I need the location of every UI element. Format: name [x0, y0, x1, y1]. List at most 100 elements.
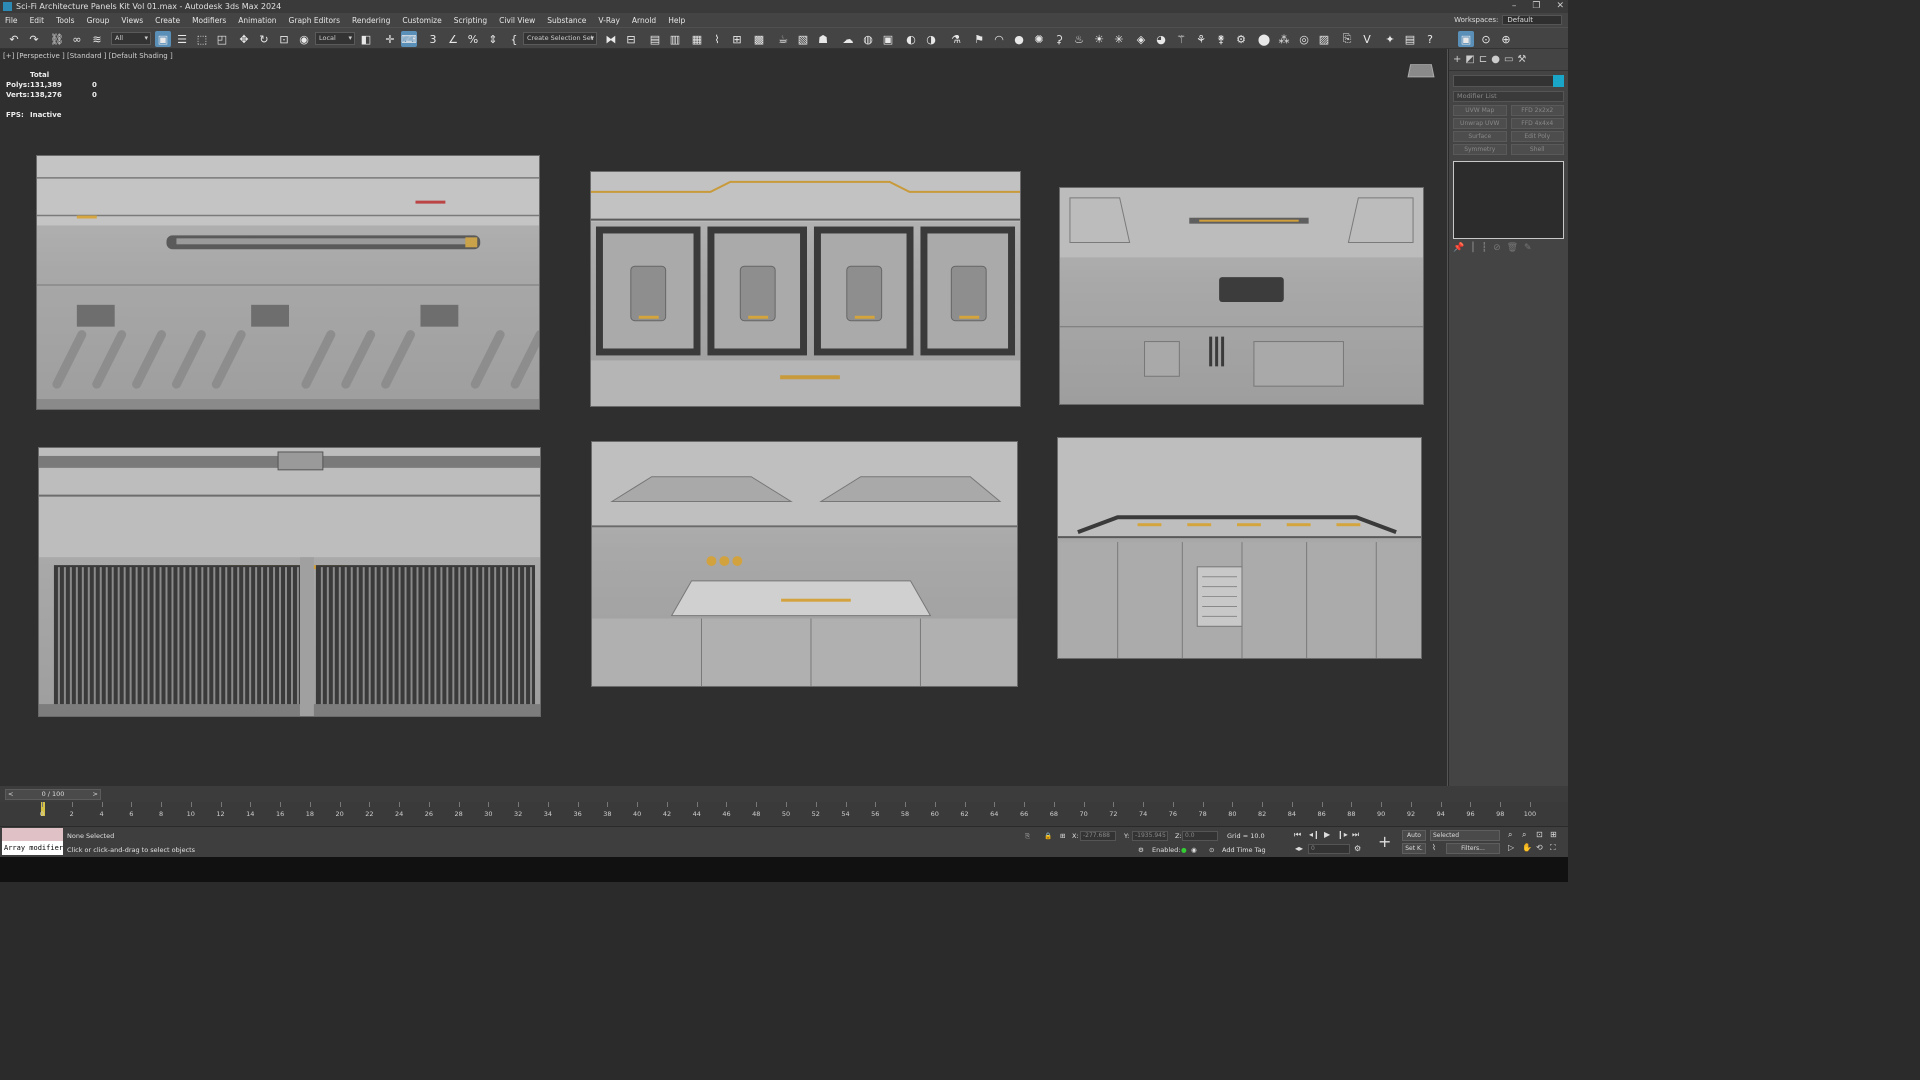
next-frame-icon[interactable]: ❙▸: [1337, 830, 1348, 839]
time-slider[interactable]: < 0 / 100 >: [5, 789, 101, 800]
maxscript-mini-listener[interactable]: Array modifier: [2, 841, 63, 855]
key-filters-button[interactable]: Filters...: [1446, 843, 1500, 854]
ffd-4x4x4-button[interactable]: FFD 4x4x4: [1510, 118, 1564, 129]
current-frame-field[interactable]: 0: [1308, 844, 1350, 854]
vray-render-icon[interactable]: ☁: [840, 31, 856, 47]
auto-key-button[interactable]: Auto: [1402, 830, 1426, 841]
configure-sets-icon[interactable]: ✎: [1524, 243, 1532, 253]
motion-tab-icon[interactable]: ●: [1491, 54, 1500, 65]
menu-animation[interactable]: Animation: [238, 16, 276, 25]
time-config-icon[interactable]: ⚙: [1354, 844, 1361, 853]
object-color-swatch[interactable]: [1553, 75, 1564, 87]
perspective-viewport[interactable]: [+] [Perspective ] [Standard ] [Default …: [0, 49, 1448, 786]
zoom-extents-icon[interactable]: ⊡: [1536, 830, 1543, 839]
play-icon[interactable]: ▶: [1324, 830, 1330, 839]
show-end-result-icon[interactable]: ┃: [1470, 243, 1475, 253]
scifi-panel-2[interactable]: [590, 171, 1021, 407]
scene-explorer-icon[interactable]: ▤: [647, 31, 663, 47]
default-in-out-tangents-icon[interactable]: ⌇: [1432, 843, 1436, 852]
edit-named-selection-icon[interactable]: {: [506, 31, 522, 47]
arnold-license-icon[interactable]: ▤: [1402, 31, 1418, 47]
maximize-button[interactable]: ❐: [1532, 0, 1540, 13]
dome-light-icon[interactable]: ◠: [991, 31, 1007, 47]
selection-lock-icon[interactable]: 🔒: [1044, 832, 1052, 840]
menu-arnold[interactable]: Arnold: [632, 16, 656, 25]
vray-ipr-icon[interactable]: ◍: [860, 31, 876, 47]
zoom-icon[interactable]: ⌕: [1508, 830, 1512, 840]
mirror-icon[interactable]: ⧓: [603, 31, 619, 47]
go-to-start-icon[interactable]: ⏮: [1294, 830, 1301, 840]
make-unique-icon[interactable]: ┇: [1482, 243, 1487, 253]
scifi-panel-5[interactable]: [591, 441, 1018, 687]
menu-views[interactable]: Views: [121, 16, 143, 25]
scifi-panel-3[interactable]: [1059, 187, 1424, 405]
modify-tab-icon[interactable]: ◩: [1465, 54, 1474, 65]
menu-civil-view[interactable]: Civil View: [499, 16, 535, 25]
extension-icon[interactable]: ⊕: [1498, 31, 1514, 47]
project-folder-icon[interactable]: ⊙: [1478, 31, 1494, 47]
menu-edit[interactable]: Edit: [30, 16, 45, 25]
move-icon[interactable]: ✥: [236, 31, 252, 47]
sun-icon[interactable]: ☀: [1091, 31, 1107, 47]
link-icon[interactable]: ⛓: [49, 31, 65, 47]
absolute-mode-icon[interactable]: ⊞: [1060, 832, 1065, 840]
field-of-view-icon[interactable]: ▷: [1508, 843, 1514, 852]
isolate-selection-icon[interactable]: ⎘: [1025, 832, 1030, 841]
z-coord-field[interactable]: 0.0: [1182, 831, 1218, 841]
minimize-button[interactable]: –: [1512, 0, 1517, 13]
select-manipulate-icon[interactable]: ✛: [382, 31, 398, 47]
zoom-all-icon[interactable]: ⌕: [1522, 830, 1526, 840]
vray-sphere-icon[interactable]: ◕: [1153, 31, 1169, 47]
close-button[interactable]: ✕: [1556, 0, 1564, 13]
x-coord-field[interactable]: -277.688: [1080, 831, 1116, 841]
enabled-toggle-icon[interactable]: ◉: [1191, 846, 1197, 854]
vray-decal-icon[interactable]: ⚘: [1193, 31, 1209, 47]
sun-light-icon[interactable]: ✺: [1031, 31, 1047, 47]
key-filter-dropdown[interactable]: Selected: [1430, 830, 1500, 841]
menu-file[interactable]: File: [5, 16, 18, 25]
enabled-indicator-icon[interactable]: ●: [1181, 846, 1187, 854]
vray-lister-icon[interactable]: ▨: [1316, 31, 1332, 47]
orbit-icon[interactable]: ⟲: [1536, 843, 1543, 852]
layer-explorer-icon[interactable]: ▥: [667, 31, 683, 47]
menu-scripting[interactable]: Scripting: [454, 16, 487, 25]
pivot-center-icon[interactable]: ◧: [358, 31, 374, 47]
toggle-ribbon-icon[interactable]: ▦: [689, 31, 705, 47]
curve-editor-icon[interactable]: ⌇: [709, 31, 725, 47]
undo-icon[interactable]: ↶: [6, 31, 22, 47]
menu-customize[interactable]: Customize: [402, 16, 441, 25]
set-key-big-icon[interactable]: +: [1378, 832, 1391, 851]
render-production-icon[interactable]: ☗: [815, 31, 831, 47]
zoom-extents-all-icon[interactable]: ⊞: [1550, 830, 1557, 839]
sphere-light-icon[interactable]: ●: [1011, 31, 1027, 47]
schematic-view-icon[interactable]: ⊞: [729, 31, 745, 47]
material-preview-icon[interactable]: ⁂: [1276, 31, 1292, 47]
prev-frame-icon[interactable]: <: [8, 790, 13, 799]
selection-set-dropdown[interactable]: Create Selection Set: [523, 32, 597, 45]
symmetry-button[interactable]: Symmetry: [1453, 144, 1507, 155]
vray-logo-icon[interactable]: V: [1359, 31, 1375, 47]
viewport-label[interactable]: [+] [Perspective ] [Standard ] [Default …: [3, 52, 173, 60]
delete-icon[interactable]: 🗑: [1507, 243, 1518, 253]
menu-create[interactable]: Create: [155, 16, 180, 25]
vray-frame-buffer-icon[interactable]: ▣: [880, 31, 896, 47]
menu-substance[interactable]: Substance: [547, 16, 586, 25]
vray-mesh-export-icon[interactable]: ⎘: [1339, 31, 1355, 47]
keyboard-shortcut-override-icon[interactable]: ⌨: [401, 31, 417, 47]
pan-view-icon[interactable]: ✋: [1522, 843, 1532, 852]
menu-vray[interactable]: V-Ray: [598, 16, 619, 25]
menu-group[interactable]: Group: [87, 16, 110, 25]
reference-coord-dropdown[interactable]: Local: [315, 32, 355, 45]
help-icon[interactable]: ?: [1422, 31, 1438, 47]
bind-space-warp-icon[interactable]: ≋: [89, 31, 105, 47]
y-coord-field[interactable]: -1935.945: [1132, 831, 1168, 841]
scifi-panel-4[interactable]: [38, 447, 541, 717]
scene-manager-icon[interactable]: ▣: [1458, 31, 1474, 47]
vray-toolbar-icon[interactable]: ◎: [1296, 31, 1312, 47]
material-editor-icon[interactable]: ▩: [751, 31, 767, 47]
arnold-render-view-icon[interactable]: ✦: [1382, 31, 1398, 47]
window-crossing-icon[interactable]: ◰: [214, 31, 230, 47]
ffd-2x2x2-button[interactable]: FFD 2x2x2: [1510, 105, 1564, 116]
uvw-map-button[interactable]: UVW Map: [1453, 105, 1507, 116]
vray-physical-camera-icon[interactable]: ◈: [1133, 31, 1149, 47]
